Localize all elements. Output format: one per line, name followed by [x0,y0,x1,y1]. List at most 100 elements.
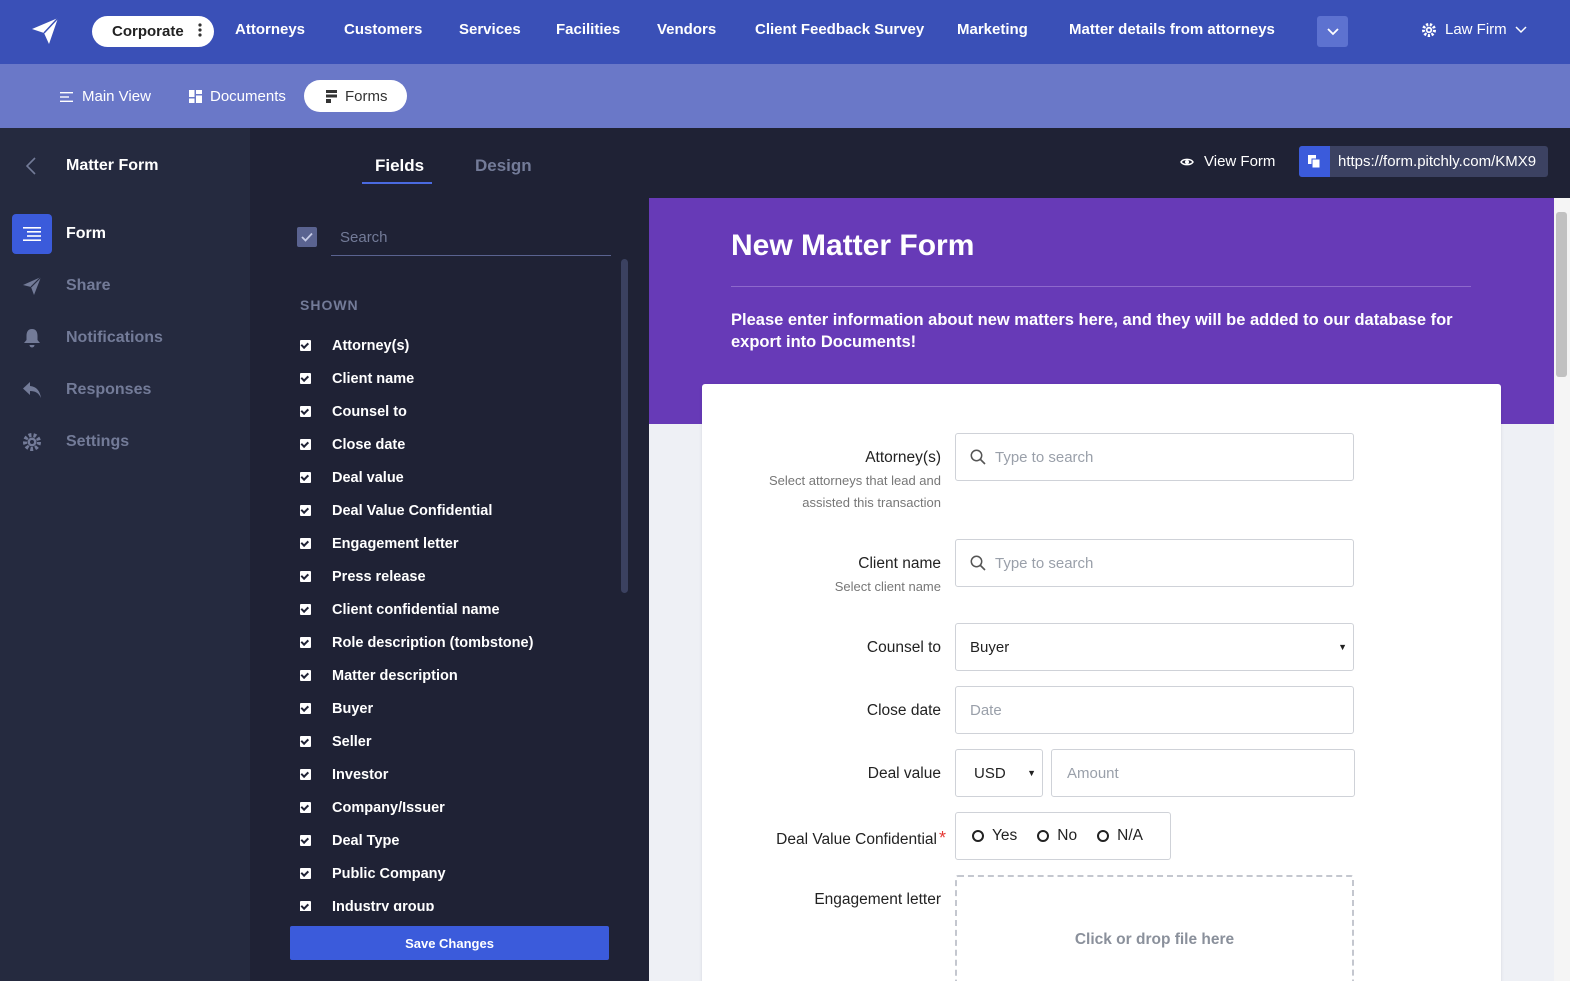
field-row[interactable]: Company/Issuer [300,793,620,826]
field-visible-checkbox[interactable] [300,703,311,714]
view-form-button[interactable]: View Form [1180,153,1275,170]
field-row[interactable]: Industry group [300,892,620,911]
nav-customers[interactable]: Customers [344,21,422,38]
more-vertical-icon[interactable] [196,23,204,41]
field-visible-checkbox[interactable] [300,340,311,351]
field-visible-checkbox[interactable] [300,901,311,911]
form-preview: New Matter Form Please enter information… [649,198,1554,981]
field-visible-checkbox[interactable] [300,406,311,417]
sidebar-item-settings[interactable]: Settings [0,422,250,462]
field-visible-checkbox[interactable] [300,604,311,615]
workspace-switcher[interactable]: Corporate [92,16,214,47]
field-row[interactable]: Matter description [300,661,620,694]
field-row[interactable]: Public Company [300,859,620,892]
field-visible-checkbox[interactable] [300,736,311,747]
attorneys-search-input[interactable]: Type to search [955,433,1354,481]
field-visible-checkbox[interactable] [300,373,311,384]
field-row[interactable]: Buyer [300,694,620,727]
bell-icon [12,318,52,358]
field-row[interactable]: Engagement letter [300,529,620,562]
sidebar-item-responses[interactable]: Responses [0,370,250,410]
client-name-search-input[interactable]: Type to search [955,539,1354,587]
paper-plane-logo-icon[interactable] [30,16,60,46]
nav-attorneys[interactable]: Attorneys [235,21,305,38]
engagement-letter-dropzone[interactable]: Click or drop file here [955,875,1354,981]
close-date-placeholder: Date [970,701,1002,719]
field-visible-checkbox[interactable] [300,769,311,780]
view-forms[interactable]: Forms [304,80,407,112]
workspace-name: Corporate [112,23,184,40]
tab-design[interactable]: Design [475,156,532,176]
scrollbar[interactable] [621,259,628,593]
field-row[interactable]: Deal Value Confidential [300,496,620,529]
nav-vendors[interactable]: Vendors [657,21,716,38]
field-visible-checkbox[interactable] [300,538,311,549]
radio-na-label: N/A [1117,827,1143,844]
nav-matter-details[interactable]: Matter details from attorneys [1069,21,1275,38]
field-visible-checkbox[interactable] [300,868,311,879]
radio-yes[interactable]: Yes [972,827,1017,845]
top-navigation: Corporate Attorneys Customers Services F… [0,0,1570,64]
check-icon [301,232,313,242]
sidebar-item-notifications[interactable]: Notifications [0,318,250,358]
select-all-checkbox[interactable] [297,227,317,247]
organization-menu[interactable]: Law Firm [1421,21,1527,38]
field-visible-checkbox[interactable] [300,505,311,516]
counsel-to-label: Counsel to [866,639,941,656]
field-row[interactable]: Investor [300,760,620,793]
form-icon [326,89,337,103]
radio-na[interactable]: N/A [1097,827,1143,845]
sidebar-item-form[interactable]: Form [0,214,250,254]
field-visible-checkbox[interactable] [300,802,311,813]
nav-facilities[interactable]: Facilities [556,21,620,38]
field-label: Attorney(s) [332,337,410,354]
nav-services[interactable]: Services [459,21,521,38]
copy-icon[interactable] [1299,146,1330,177]
search-icon [970,449,986,465]
currency-select[interactable]: USD ▼ [955,749,1043,797]
close-date-label: Close date [866,702,941,719]
nav-marketing[interactable]: Marketing [957,21,1028,38]
close-date-input[interactable]: Date [955,686,1354,734]
field-row[interactable]: Deal value [300,463,620,496]
view-main[interactable]: Main View [60,88,151,105]
form-name: Matter Form [66,157,159,174]
counsel-to-value: Buyer [970,638,1010,656]
deal-value-confidential-label: Deal Value Confidential * [776,828,946,849]
field-visible-checkbox[interactable] [300,670,311,681]
sidebar-item-share[interactable]: Share [0,266,250,306]
menu-icon [12,214,52,254]
nav-client-feedback-survey[interactable]: Client Feedback Survey [755,21,924,38]
amount-input[interactable]: Amount [1051,749,1355,797]
field-visible-checkbox[interactable] [300,439,311,450]
field-row[interactable]: Role description (tombstone) [300,628,620,661]
organization-name: Law Firm [1445,21,1507,38]
radio-yes-label: Yes [992,827,1018,844]
field-label: Public Company [332,865,446,882]
field-visible-checkbox[interactable] [300,472,311,483]
field-visible-checkbox[interactable] [300,835,311,846]
counsel-to-select[interactable]: Buyer ▼ [955,623,1354,671]
field-row[interactable]: Close date [300,430,620,463]
more-tables-button[interactable] [1317,16,1348,47]
field-label: Client confidential name [332,601,500,618]
radio-no[interactable]: No [1037,827,1077,845]
field-visible-checkbox[interactable] [300,571,311,582]
form-url-box[interactable]: https://form.pitchly.com/KMX9 [1299,146,1548,177]
field-search-input[interactable]: Search [331,220,611,256]
field-row[interactable]: Counsel to [300,397,620,430]
field-row[interactable]: Client confidential name [300,595,620,628]
back-chevron-icon[interactable] [25,157,36,180]
field-row[interactable]: Deal Type [300,826,620,859]
field-row[interactable]: Seller [300,727,620,760]
attorneys-label: Attorney(s) [865,449,941,466]
field-row[interactable]: Attorney(s) [300,331,620,364]
field-row[interactable]: Client name [300,364,620,397]
shown-section-label: SHOWN [300,297,359,313]
preview-scrollbar-thumb[interactable] [1556,212,1567,377]
tab-fields[interactable]: Fields [375,156,424,176]
field-row[interactable]: Press release [300,562,620,595]
view-documents[interactable]: Documents [189,88,286,105]
save-changes-button[interactable]: Save Changes [290,926,609,960]
field-visible-checkbox[interactable] [300,637,311,648]
